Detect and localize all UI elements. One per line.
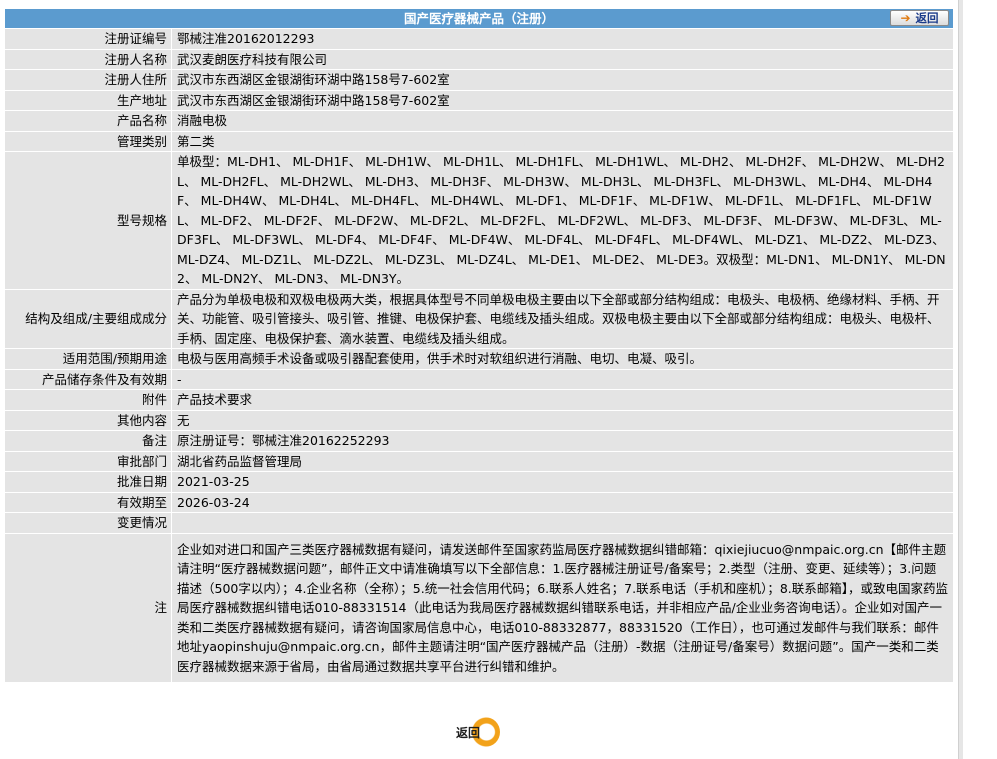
row-other: 其他内容 无 [5, 410, 953, 431]
info-table: 注册证编号 鄂械注准20162012293 注册人名称 武汉麦朗医疗科技有限公司… [5, 29, 953, 683]
row-registrant-address: 注册人住所 武汉市东西湖区金银湖街环湖中路158号7-602室 [5, 69, 953, 91]
row-approval-date: 批准日期 2021-03-25 [5, 471, 953, 493]
field-value: 鄂械注准20162012293 [171, 29, 953, 50]
row-approval-dept: 审批部门 湖北省药品监督管理局 [5, 451, 953, 472]
field-value: 单极型：ML-DH1、 ML-DH1F、 ML-DH1W、 ML-DH1L、 M… [171, 151, 953, 290]
field-label: 产品名称 [5, 110, 172, 132]
row-attachment: 附件 产品技术要求 [5, 389, 953, 411]
field-value: 产品分为单极电极和双极电极两大类，根据具体型号不同单极电极主要由以下全部或部分结… [171, 289, 953, 349]
row-storage: 产品储存条件及有效期 - [5, 369, 953, 390]
row-production-address: 生产地址 武汉市东西湖区金银湖街环湖中路158号7-602室 [5, 90, 953, 111]
field-label: 附件 [5, 389, 172, 411]
panel-header: 国产医疗器械产品（注册） ➔ 返回 [5, 9, 953, 29]
field-value: 第二类 [171, 131, 953, 152]
scrollbar-track[interactable] [958, 0, 963, 759]
field-label: 结构及组成/主要组成成分 [5, 289, 172, 349]
detail-panel: 国产医疗器械产品（注册） ➔ 返回 注册证编号 鄂械注准20162012293 … [5, 9, 953, 683]
row-registration-number: 注册证编号 鄂械注准20162012293 [5, 29, 953, 50]
row-model-spec: 型号规格 单极型：ML-DH1、 ML-DH1F、 ML-DH1W、 ML-DH… [5, 151, 953, 290]
page-title: 国产医疗器械产品（注册） [403, 11, 554, 26]
field-label: 生产地址 [5, 90, 172, 111]
field-label: 审批部门 [5, 451, 172, 472]
field-value: 2021-03-25 [171, 471, 953, 493]
field-value: 电极与医用高频手术设备或吸引器配套使用，供手术时对软组织进行消融、电切、电凝、吸… [171, 348, 953, 370]
field-label: 注 [5, 533, 172, 683]
row-valid-until: 有效期至 2026-03-24 [5, 492, 953, 513]
field-value: 原注册证号：鄂械注准20162252293 [171, 430, 953, 452]
field-value: 消融电极 [171, 110, 953, 132]
row-management-category: 管理类别 第二类 [5, 131, 953, 152]
field-label: 备注 [5, 430, 172, 452]
field-label: 适用范围/预期用途 [5, 348, 172, 370]
field-value: - [171, 369, 953, 390]
field-label: 型号规格 [5, 151, 172, 290]
row-registrant-name: 注册人名称 武汉麦朗医疗科技有限公司 [5, 49, 953, 70]
field-value: 产品技术要求 [171, 389, 953, 411]
row-note: 注 企业如对进口和国产三类医疗器械数据有疑问，请发送邮件至国家药监局医疗器械数据… [5, 533, 953, 683]
back-button-label: 返回 [915, 11, 939, 25]
back-button-top[interactable]: ➔ 返回 [890, 10, 949, 26]
field-value: 无 [171, 410, 953, 431]
field-value: 武汉市东西湖区金银湖街环湖中路158号7-602室 [171, 69, 953, 91]
row-structure: 结构及组成/主要组成成分 产品分为单极电极和双极电极两大类，根据具体型号不同单极… [5, 289, 953, 349]
field-label: 注册人名称 [5, 49, 172, 70]
field-label: 注册证编号 [5, 29, 172, 50]
row-product-name: 产品名称 消融电极 [5, 110, 953, 132]
row-remark: 备注 原注册证号：鄂械注准20162252293 [5, 430, 953, 452]
field-label: 其他内容 [5, 410, 172, 431]
field-label: 管理类别 [5, 131, 172, 152]
back-button-bottom-label: 返回 [456, 726, 481, 740]
field-value: 企业如对进口和国产三类医疗器械数据有疑问，请发送邮件至国家药监局医疗器械数据纠错… [171, 533, 953, 683]
field-value: 武汉市东西湖区金银湖街环湖中路158号7-602室 [171, 90, 953, 111]
field-value: 武汉麦朗医疗科技有限公司 [171, 49, 953, 70]
field-label: 变更情况 [5, 512, 172, 534]
field-label: 批准日期 [5, 471, 172, 493]
arrow-right-icon: ➔ [900, 11, 911, 25]
field-label: 产品储存条件及有效期 [5, 369, 172, 390]
field-label: 有效期至 [5, 492, 172, 513]
row-intended-use: 适用范围/预期用途 电极与医用高频手术设备或吸引器配套使用，供手术时对软组织进行… [5, 348, 953, 370]
field-value: 2026-03-24 [171, 492, 953, 513]
field-label: 注册人住所 [5, 69, 172, 91]
row-changes: 变更情况 [5, 512, 953, 534]
field-value: 湖北省药品监督管理局 [171, 451, 953, 472]
field-value [171, 512, 953, 534]
back-button-bottom[interactable]: 返回 [452, 717, 504, 747]
